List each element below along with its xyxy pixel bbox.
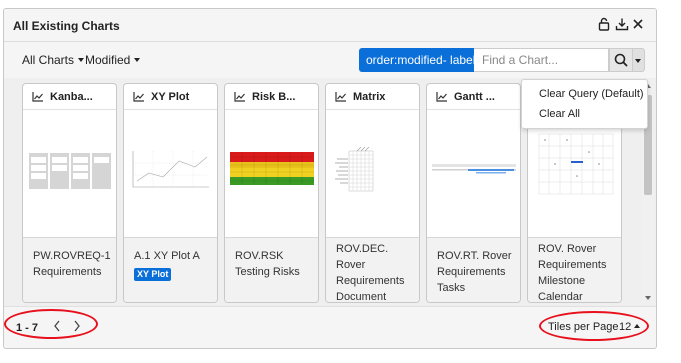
chevron-down-icon <box>78 58 85 62</box>
card-title: Gantt ... <box>454 91 495 103</box>
charts-panel: All Existing Charts All Charts Modified … <box>3 8 657 349</box>
all-charts-dropdown[interactable]: All Charts <box>22 53 85 67</box>
card-thumbnail <box>326 110 419 238</box>
chart-card[interactable]: XY Plot A.1 XY Plot A XY Plot <box>123 83 218 303</box>
card-header: XY Plot <box>124 84 217 110</box>
card-footer: ROV.RSK Testing Risks <box>225 238 318 302</box>
calendar-thumbnail <box>533 130 617 200</box>
all-charts-label: All Charts <box>22 53 75 67</box>
title-bar: All Existing Charts <box>4 9 656 42</box>
card-thumbnail <box>427 110 520 238</box>
scroll-down-arrow-icon[interactable] <box>645 296 651 300</box>
query-menu-toggle[interactable] <box>633 48 645 72</box>
toolbar: All Charts Modified order:modified- labe… <box>4 42 656 78</box>
kanban-thumbnail <box>28 147 112 195</box>
card-description: PW.ROVREQ-1 Requirements <box>33 250 111 278</box>
card-footer: A.1 XY Plot A XY Plot <box>124 238 217 302</box>
clear-query-default-item[interactable]: Clear Query (Default) <box>539 88 644 100</box>
chart-type-badge: XY Plot <box>134 268 172 281</box>
tiles-per-page-value: 12 <box>619 321 632 333</box>
chart-card[interactable]: Gantt ... ROV.RT. Rover Requirements Tas… <box>426 83 521 303</box>
chart-icon <box>32 92 43 102</box>
card-description: ROV.RT. Rover Requirements Tasks <box>437 250 512 294</box>
chart-card[interactable]: Risk B... ROV.RSK Testing Risks <box>224 83 319 303</box>
chart-icon <box>234 92 245 102</box>
card-header: Matrix <box>326 84 419 110</box>
search-icon <box>614 53 628 67</box>
card-footer: ROV.RT. Rover Requirements Tasks <box>427 238 520 302</box>
chart-icon <box>335 92 346 102</box>
lock-icon[interactable] <box>597 17 611 31</box>
query-badge[interactable]: order:modified- label... <box>359 48 474 72</box>
chevron-down-icon <box>635 59 641 63</box>
chart-card[interactable]: Matrix ROV.DEC. Rover Requirements Docum… <box>325 83 420 303</box>
card-header: Risk B... <box>225 84 318 110</box>
chevron-right-icon[interactable] <box>72 319 82 333</box>
risk-board-thumbnail <box>230 147 314 195</box>
card-thumbnail <box>23 110 116 238</box>
chart-icon <box>436 92 447 102</box>
card-title: XY Plot <box>151 91 190 103</box>
card-footer: ROV. Rover Requirements Milestone Calend… <box>528 238 621 302</box>
card-footer: PW.ROVREQ-1 Requirements <box>23 238 116 302</box>
search-input[interactable] <box>474 48 609 72</box>
modified-sort-dropdown[interactable]: Modified <box>85 53 141 67</box>
download-icon[interactable] <box>615 17 629 31</box>
card-description: A.1 XY Plot A XY Plot <box>134 248 212 282</box>
card-footer: ROV.DEC. Rover Requirements Document <box>326 238 419 302</box>
chart-card[interactable]: Kanba... PW.ROVREQ-1 Requirements <box>22 83 117 303</box>
card-title: Risk B... <box>252 91 296 103</box>
card-title: Matrix <box>353 91 386 103</box>
modified-label: Modified <box>85 53 131 67</box>
query-menu: Clear Query (Default) Clear All <box>521 79 648 129</box>
card-thumbnail <box>225 110 318 238</box>
tiles-per-page-dropdown[interactable]: 12 <box>619 321 641 333</box>
card-description: ROV.DEC. Rover Requirements Document <box>336 243 405 303</box>
card-thumbnail <box>124 110 217 238</box>
xy-plot-thumbnail <box>129 147 213 195</box>
card-header: Kanba... <box>23 84 116 110</box>
card-description: ROV.RSK Testing Risks <box>235 250 300 278</box>
clear-all-item[interactable]: Clear All <box>539 108 580 120</box>
card-description: ROV. Rover Requirements Milestone Calend… <box>538 243 607 303</box>
pagination-bar: 1 - 7 Tiles per Page 12 <box>4 306 656 348</box>
search-button[interactable] <box>609 48 633 72</box>
card-thumbnail <box>528 110 621 238</box>
card-header: Gantt ... <box>427 84 520 110</box>
gantt-thumbnail <box>432 147 516 195</box>
close-icon[interactable] <box>631 17 645 31</box>
chevron-down-icon <box>134 58 141 62</box>
page-range: 1 - 7 <box>16 322 39 334</box>
card-title: Kanba... <box>50 91 93 103</box>
tiles-per-page-label: Tiles per Page <box>548 321 619 333</box>
panel-title: All Existing Charts <box>13 19 120 33</box>
matrix-thumbnail <box>331 147 415 195</box>
chevron-left-icon[interactable] <box>52 319 62 333</box>
card-description-text: A.1 XY Plot A <box>134 250 200 262</box>
chart-icon <box>133 92 144 102</box>
chevron-up-icon <box>634 324 641 328</box>
